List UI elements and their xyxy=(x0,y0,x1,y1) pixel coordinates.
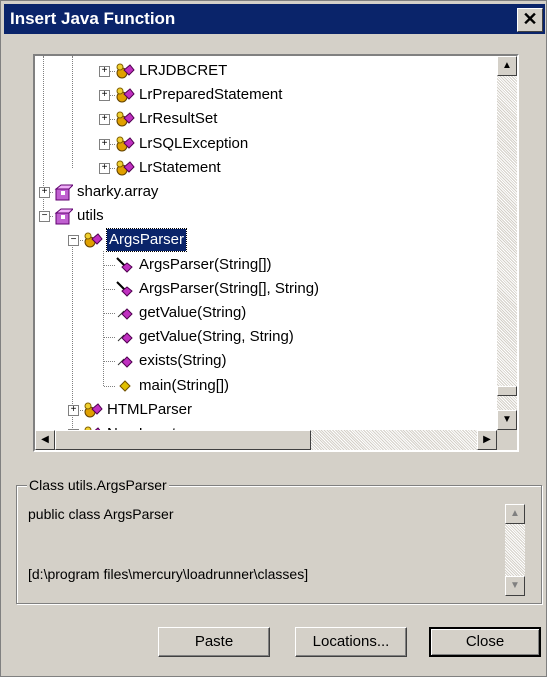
tree-node-label: LrPreparedStatement xyxy=(139,86,283,104)
java-class-icon xyxy=(115,159,135,177)
tree-connector xyxy=(104,337,115,339)
tree-node[interactable]: + LrSQLException xyxy=(35,133,495,155)
tree-node[interactable]: ArgsParser(String[]) xyxy=(35,254,495,276)
method-icon xyxy=(115,352,135,370)
java-class-icon xyxy=(115,110,135,128)
tree-node[interactable]: main(String[]) xyxy=(35,375,495,397)
tree-node[interactable]: +NumInserter xyxy=(35,423,495,430)
tree-area: + LRJDBCRET + LrPreparedStatement + LrResultS… xyxy=(35,56,497,430)
tree-node[interactable]: + LrPreparedStatement xyxy=(35,84,495,106)
java-class-icon xyxy=(83,231,103,249)
tree-node-label: ArgsParser(String[], String) xyxy=(139,279,320,297)
class-declaration: public class ArgsParser xyxy=(28,506,174,522)
expand-node-button[interactable]: + xyxy=(99,90,110,102)
tree-connector xyxy=(104,313,115,314)
tree-connector xyxy=(104,361,115,363)
java-class-icon xyxy=(115,62,135,80)
tree-node-label: ArgsParser xyxy=(105,228,188,253)
expand-node-button[interactable]: + xyxy=(99,66,110,77)
class-details-legend: Class utils.ArgsParser xyxy=(27,477,169,493)
tree-node[interactable]: + HTMLParser xyxy=(35,399,495,421)
details-scroll-down-button[interactable]: ▼ xyxy=(505,576,525,596)
dialog-title: Insert Java Function xyxy=(10,9,176,28)
package-icon xyxy=(53,207,75,225)
tree-node[interactable]: + LrResultSet xyxy=(35,108,495,130)
tree-node[interactable]: exists(String) xyxy=(35,350,495,372)
constructor-icon xyxy=(115,256,135,274)
tree-node[interactable]: + LRJDBCRET xyxy=(35,60,495,82)
tree-node-label: utils xyxy=(77,207,104,225)
java-class-icon xyxy=(83,401,103,419)
tree-node[interactable]: ArgsParser(String[], String) xyxy=(35,278,495,300)
java-class-icon xyxy=(115,86,135,104)
method-icon xyxy=(115,328,135,346)
tree-node-label: LrStatement xyxy=(139,158,221,176)
title-bar: Insert Java Function ✕ xyxy=(4,4,545,34)
scrollbar-corner xyxy=(497,430,517,450)
details-scroll-up-button[interactable]: ▲ xyxy=(505,504,525,524)
tree-node-label: getValue(String) xyxy=(139,304,247,321)
insert-java-function-dialog: Insert Java Function ✕ + LRJDBCRET + LrPrep… xyxy=(0,0,547,677)
scroll-down-button[interactable]: ▼ xyxy=(497,410,517,430)
tree-node-label: NumInserter xyxy=(107,423,190,430)
paste-button[interactable]: Paste xyxy=(158,627,270,657)
tree-node-label: LRJDBCRET xyxy=(139,62,228,79)
collapse-node-button[interactable]: − xyxy=(68,235,79,247)
expand-node-button[interactable]: + xyxy=(99,114,110,126)
tree-node-label: exists(String) xyxy=(139,352,227,370)
tree-node-label: HTMLParser xyxy=(107,400,193,418)
tree-node-label: ArgsParser(String[]) xyxy=(139,255,272,273)
tree-node[interactable]: getValue(String) xyxy=(35,302,495,324)
tree-node-label: main(String[]) xyxy=(139,376,230,394)
expand-node-button[interactable]: + xyxy=(68,404,79,416)
locations-button[interactable]: Locations... xyxy=(295,627,407,657)
constructor-icon xyxy=(115,280,135,298)
collapse-node-button[interactable]: − xyxy=(39,211,50,223)
package-icon xyxy=(53,183,75,201)
horizontal-scroll-thumb[interactable] xyxy=(55,430,311,450)
tree-node-label: sharky.array xyxy=(77,183,159,200)
expand-node-button[interactable]: + xyxy=(99,138,110,150)
tree-node[interactable]: + LrStatement xyxy=(35,157,495,179)
tree-connector xyxy=(104,288,115,290)
tree-node[interactable]: − utils xyxy=(35,205,495,227)
class-details-group: Class utils.ArgsParser public class Args… xyxy=(16,477,542,604)
tree-node[interactable]: getValue(String, String) xyxy=(35,326,495,348)
method-icon xyxy=(115,304,135,322)
expand-node-button[interactable]: + xyxy=(99,162,110,174)
title-close-button[interactable]: ✕ xyxy=(517,8,543,32)
tree-vertical-scrollbar[interactable]: ▲ ▼ xyxy=(497,56,517,430)
class-path: [d:\program files\mercury\loadrunner\cla… xyxy=(28,566,309,582)
tree-node-label: LrResultSet xyxy=(139,110,218,128)
tree-node-label: getValue(String, String) xyxy=(139,328,294,346)
scroll-right-button[interactable]: ▶ xyxy=(477,430,497,450)
tree-connector xyxy=(104,385,115,387)
details-scrollbar[interactable]: ▲ ▼ xyxy=(505,504,525,596)
scroll-up-button[interactable]: ▲ xyxy=(497,56,517,76)
tree-connector xyxy=(104,264,115,266)
vertical-scroll-thumb[interactable] xyxy=(497,386,517,396)
expand-node-button[interactable]: + xyxy=(39,187,50,198)
class-tree-view: + LRJDBCRET + LrPreparedStatement + LrResultS… xyxy=(33,54,519,452)
tree-node[interactable]: − ArgsParser xyxy=(35,228,495,253)
static-method-icon xyxy=(115,377,135,395)
scroll-left-button[interactable]: ◀ xyxy=(35,430,55,450)
tree-node-label: LrSQLException xyxy=(139,134,249,152)
java-class-icon xyxy=(115,135,135,153)
tree-horizontal-scrollbar[interactable]: ◀ ▶ xyxy=(35,430,497,450)
tree-node[interactable]: + sharky.array xyxy=(35,181,495,203)
close-button[interactable]: Close xyxy=(429,627,541,657)
